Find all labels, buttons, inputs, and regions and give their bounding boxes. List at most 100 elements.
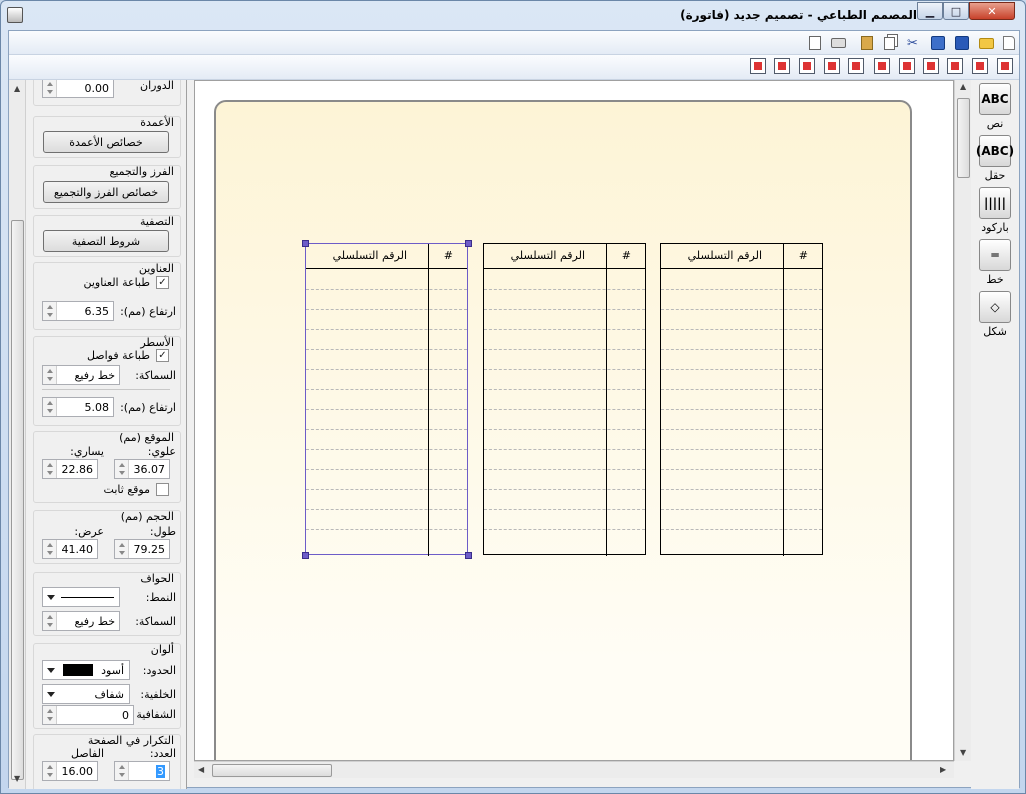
row-separator bbox=[306, 369, 467, 370]
row-separator bbox=[306, 489, 467, 490]
left-spinner[interactable]: 22.86 bbox=[42, 459, 98, 479]
row-separator bbox=[306, 529, 467, 530]
borders-group: الحواف النمط: السماكة: خط رفيع bbox=[33, 572, 181, 636]
align-right-icon[interactable] bbox=[947, 58, 963, 74]
transparency-label: الشفافية bbox=[136, 708, 176, 721]
resize-handle[interactable] bbox=[302, 240, 309, 247]
vscroll-down-arrow[interactable]: ▼ bbox=[960, 748, 966, 757]
send-back-icon[interactable] bbox=[750, 58, 766, 74]
row-height-spinner[interactable]: 5.08 bbox=[42, 397, 114, 417]
save-icon[interactable] bbox=[953, 35, 970, 51]
row-separator bbox=[484, 529, 645, 530]
table-object[interactable]: # الرقم التسلسلي bbox=[483, 243, 646, 556]
hscroll-left-arrow[interactable]: ◀ bbox=[198, 765, 204, 774]
bring-front-icon[interactable] bbox=[774, 58, 790, 74]
row-thickness-spinner[interactable]: خط رفيع bbox=[42, 365, 120, 385]
print-separators-checkbox[interactable]: ✓ bbox=[156, 349, 169, 362]
background-dropdown[interactable]: شفاف bbox=[42, 684, 130, 704]
scroll-up-arrow[interactable]: ▲ bbox=[14, 84, 20, 93]
field-tool-label: حقل bbox=[984, 169, 1006, 182]
row-separator bbox=[484, 389, 645, 390]
top-spinner[interactable]: 36.07 bbox=[114, 459, 170, 479]
fixed-position-checkbox[interactable] bbox=[156, 483, 169, 496]
same-width-icon[interactable] bbox=[848, 58, 864, 74]
scroll-down-arrow[interactable]: ▼ bbox=[14, 774, 20, 783]
row-separator bbox=[661, 389, 822, 390]
length-spinner[interactable]: 79.25 bbox=[114, 539, 170, 559]
new-icon[interactable] bbox=[1000, 35, 1017, 51]
border-style-label: النمط: bbox=[145, 591, 176, 604]
field-tool-icon: (ABC) bbox=[976, 135, 1014, 167]
transparency-spinner[interactable]: 0 bbox=[42, 705, 134, 725]
vscroll-thumb[interactable] bbox=[957, 98, 970, 178]
print-preview-icon[interactable] bbox=[806, 35, 823, 51]
fixed-position-label: موقع ثابت bbox=[103, 483, 150, 496]
center-horizontal-icon[interactable] bbox=[874, 58, 890, 74]
row-separator bbox=[484, 449, 645, 450]
row-height-label: ارتفاع (مم): bbox=[120, 401, 176, 414]
maximize-button[interactable]: □ bbox=[943, 2, 969, 20]
barcode-tool[interactable]: ||||| باركود bbox=[975, 187, 1015, 234]
open-icon[interactable] bbox=[978, 35, 995, 51]
resize-handle[interactable] bbox=[465, 552, 472, 559]
repeat-gap-label: الفاصل bbox=[71, 747, 104, 760]
border-color-swatch bbox=[63, 664, 93, 676]
row-separator bbox=[306, 309, 467, 310]
sorting-properties-button[interactable]: خصائص الفرز والتجميع bbox=[43, 181, 169, 203]
table-object[interactable]: # الرقم التسلسلي bbox=[660, 243, 823, 556]
save-as-icon[interactable] bbox=[929, 35, 946, 51]
properties-panel: ▲ ▼ الدوران 0.00 الأعمدة خصائص الأعمدة ا… bbox=[9, 80, 187, 789]
row-separator bbox=[661, 429, 822, 430]
center-vertical-icon[interactable] bbox=[899, 58, 915, 74]
position-group-title: الموقع (مم) bbox=[119, 431, 174, 444]
text-tool[interactable]: ABC نص bbox=[975, 83, 1015, 130]
line-tool[interactable]: ═ خط bbox=[975, 239, 1015, 286]
close-button[interactable]: ✕ bbox=[969, 2, 1015, 20]
properties-scroll-thumb[interactable] bbox=[11, 220, 24, 780]
header-height-label: ارتفاع (مم): bbox=[120, 305, 176, 318]
print-icon[interactable] bbox=[830, 35, 847, 51]
shape-tool[interactable]: ◇ شكل bbox=[975, 291, 1015, 338]
width-spinner[interactable]: 41.40 bbox=[42, 539, 98, 559]
hscroll-right-arrow[interactable]: ▶ bbox=[940, 765, 946, 774]
copy-icon[interactable] bbox=[881, 35, 898, 51]
design-canvas[interactable]: # الرقم التسلسلي # الرقم التسلسلي # الرقم الت… bbox=[194, 80, 954, 761]
same-size-icon[interactable] bbox=[799, 58, 815, 74]
align-left-icon[interactable] bbox=[923, 58, 939, 74]
rotation-spinner[interactable]: 0.00 bbox=[42, 80, 114, 98]
text-tool-label: نص bbox=[986, 117, 1004, 130]
toolbox-panel: ABC نص (ABC) حقل ||||| باركود ═ خط ◇ شكل bbox=[971, 80, 1019, 789]
border-color-dropdown[interactable]: أسود bbox=[42, 660, 130, 680]
hscroll-thumb[interactable] bbox=[212, 764, 332, 777]
resize-handle[interactable] bbox=[302, 552, 309, 559]
border-style-dropdown[interactable] bbox=[42, 587, 120, 607]
filter-conditions-button[interactable]: شروط التصفية bbox=[43, 230, 169, 252]
properties-scrollbar[interactable]: ▲ ▼ bbox=[9, 80, 26, 789]
canvas-vertical-scrollbar[interactable]: ▲ ▼ bbox=[954, 80, 971, 761]
align-top-icon[interactable] bbox=[997, 58, 1013, 74]
paste-icon[interactable] bbox=[858, 35, 875, 51]
header-height-spinner[interactable]: 6.35 bbox=[42, 301, 114, 321]
canvas-horizontal-scrollbar[interactable]: ◀ ▶ bbox=[194, 761, 954, 778]
align-bottom-icon[interactable] bbox=[972, 58, 988, 74]
row-separator bbox=[306, 509, 467, 510]
line-tool-icon: ═ bbox=[979, 239, 1011, 271]
same-height-icon[interactable] bbox=[824, 58, 840, 74]
row-separator bbox=[661, 509, 822, 510]
border-thickness-spinner[interactable]: خط رفيع bbox=[42, 611, 120, 631]
vscroll-up-arrow[interactable]: ▲ bbox=[960, 82, 966, 91]
field-tool[interactable]: (ABC) حقل bbox=[975, 135, 1015, 182]
print-headers-checkbox[interactable]: ✓ bbox=[156, 276, 169, 289]
table-object[interactable]: # الرقم التسلسلي bbox=[302, 240, 472, 559]
minimize-button[interactable]: ▁ bbox=[917, 2, 943, 20]
repeat-count-spinner[interactable]: 3 bbox=[114, 761, 170, 781]
cut-icon[interactable]: ✂ bbox=[904, 35, 921, 51]
row-separator bbox=[484, 309, 645, 310]
columns-group: الأعمدة خصائص الأعمدة bbox=[33, 116, 181, 158]
sorting-group: الفرز والتجميع خصائص الفرز والتجميع bbox=[33, 165, 181, 209]
column-properties-button[interactable]: خصائص الأعمدة bbox=[43, 131, 169, 153]
row-separator bbox=[661, 369, 822, 370]
filter-group-title: التصفية bbox=[139, 215, 174, 228]
resize-handle[interactable] bbox=[465, 240, 472, 247]
repeat-gap-spinner[interactable]: 16.00 bbox=[42, 761, 98, 781]
